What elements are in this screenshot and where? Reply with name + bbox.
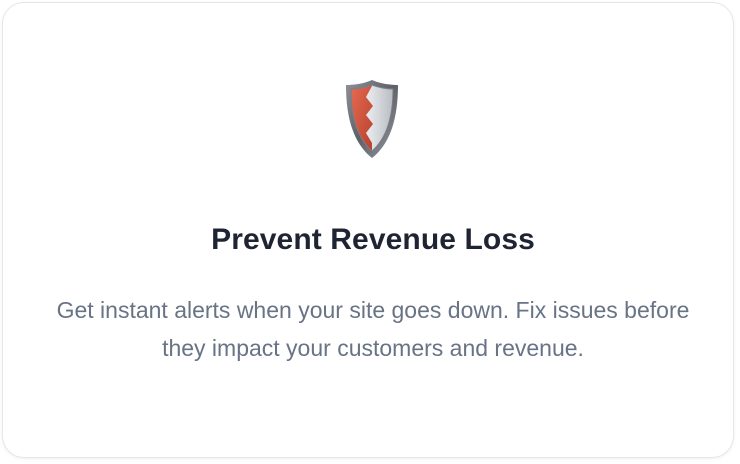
card-title: Prevent Revenue Loss <box>211 223 535 256</box>
feature-card: Prevent Revenue Loss Get instant alerts … <box>2 2 734 458</box>
shield-icon <box>346 80 398 158</box>
card-description: Get instant alerts when your site goes d… <box>56 297 690 361</box>
